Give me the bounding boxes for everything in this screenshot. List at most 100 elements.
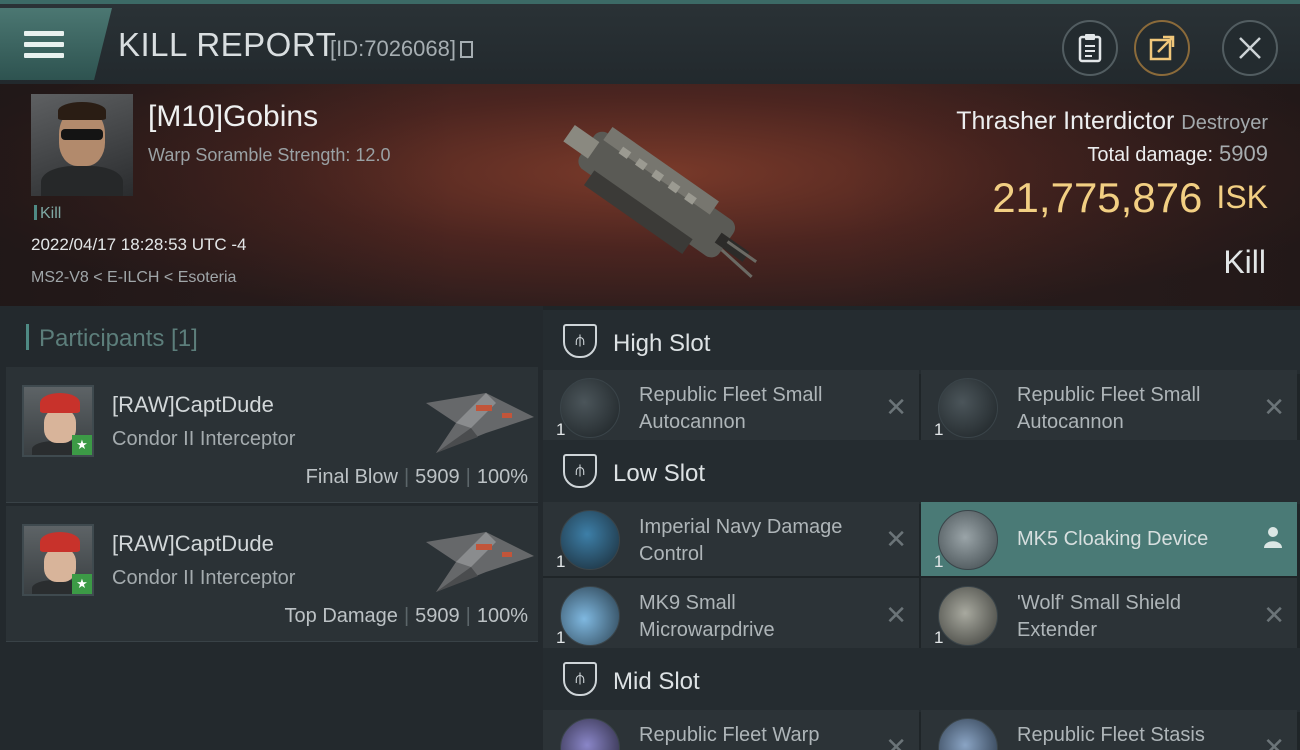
module-name: MK5 Cloaking Device [1017,528,1209,550]
isk-amount: 21,775,876 [992,174,1203,221]
module-name: MK9 Small Microwarpdrive [639,592,775,641]
low-slot-label: Low Slot [613,460,706,487]
participant-role: Top Damage [284,605,398,627]
module-name: Imperial Navy Damage Control [639,516,843,565]
module-name: Republic Fleet Stasis [1017,724,1205,746]
report-id[interactable]: [ID:7026068] [330,36,473,62]
page-title: KILL REPORT [118,26,337,63]
clipboard-button[interactable] [1062,20,1118,76]
mid-slot-header: ⫛ Mid Slot [543,648,1300,712]
participant-percent: 100% [476,466,528,488]
menu-button[interactable] [0,8,112,80]
module-quantity: 1 [934,420,944,439]
participant-avatar[interactable]: ★ [22,385,94,457]
participant-avatar[interactable]: ★ [22,524,94,596]
remove-icon[interactable]: ✕ [885,732,907,750]
stasis-web-icon [938,718,998,750]
person-icon[interactable] [1263,526,1283,548]
close-icon [1239,37,1261,59]
slot-icon: ⫛ [563,454,597,488]
participant-name[interactable]: [RAW]CaptDude [112,392,274,418]
kill-tag: Kill [34,205,61,223]
copy-icon[interactable] [459,41,473,58]
module-quantity: 1 [556,628,566,647]
module-quantity: 1 [556,420,566,439]
close-button[interactable] [1222,20,1278,76]
participant-ship-image [426,393,534,453]
fitting-panel: ⫛ High Slot 1 Republic Fleet Small Autoc… [543,306,1300,750]
module-item[interactable]: 1 Imperial Navy Damage Control ✕ [543,502,919,576]
microwarpdrive-icon [560,586,620,646]
total-damage-label: Total damage: [1087,144,1214,166]
cloaking-device-icon [938,510,998,570]
module-name: 'Wolf' Small Shield Extender [1017,592,1181,641]
victim-ship-name: Thrasher Interdictor [956,107,1175,135]
victim-ship-image [563,124,758,279]
participant-damage: 5909 [415,466,460,488]
low-slot-header: ⫛ Low Slot [543,440,1300,504]
participant-role: Final Blow [305,466,398,488]
header-bar: KILL REPORT [ID:7026068] [0,0,1300,84]
victim-banner: [M10]Gobins Warp Soramble Strength: 12.0… [0,84,1300,306]
total-damage-value: 5909 [1219,141,1268,166]
slot-icon: ⫛ [563,324,597,358]
module-item[interactable]: 1 Republic Fleet Warp ✕ [543,710,919,750]
report-id-text: [ID:7026068] [330,36,456,61]
module-name: Republic Fleet Warp [639,724,820,746]
remove-icon[interactable]: ✕ [885,600,907,631]
kill-datetime: 2022/04/17 18:28:53 UTC -4 [31,235,247,254]
clipboard-icon [1078,34,1102,63]
participants-panel: Participants [1] ★ [RAW]CaptDude Condor … [0,306,543,750]
damage-control-icon [560,510,620,570]
star-icon: ★ [72,574,92,594]
remove-icon[interactable]: ✕ [885,524,907,555]
slot-icon: ⫛ [563,662,597,696]
module-quantity: 1 [934,552,944,571]
victim-ship-class: Destroyer [1181,112,1268,134]
kill-report-window: KILL REPORT [ID:7026068] [M10]Gobins War… [0,0,1300,750]
participant-stats: Final Blow | 5909 | 100% [305,466,528,488]
isk-value: 21,775,876 ISK [992,174,1268,222]
participant-stats: Top Damage | 5909 | 100% [284,605,528,627]
share-button[interactable] [1134,20,1190,76]
participant-card[interactable]: ★ [RAW]CaptDude Condor II Interceptor Fi… [6,367,538,503]
module-item-selected[interactable]: 1 MK5 Cloaking Device [921,502,1297,576]
remove-icon[interactable]: ✕ [1263,600,1285,631]
high-slot-label: High Slot [613,330,711,357]
remove-icon[interactable]: ✕ [1263,392,1285,423]
module-item[interactable]: 1 Republic Fleet Stasis ✕ [921,710,1297,750]
victim-name[interactable]: [M10]Gobins [148,100,318,134]
total-damage: Total damage: 5909 [1087,141,1268,167]
mid-slot-label: Mid Slot [613,668,700,695]
module-item[interactable]: 1 Republic Fleet Small Autocannon ✕ [543,370,919,444]
participant-damage: 5909 [415,605,460,627]
outcome-label: Kill [1223,244,1266,280]
participants-title: Participants [1] [26,324,198,353]
isk-unit: ISK [1216,179,1268,215]
remove-icon[interactable]: ✕ [1263,732,1285,750]
autocannon-icon [938,378,998,438]
warp-module-icon [560,718,620,750]
participant-name[interactable]: [RAW]CaptDude [112,531,274,557]
participant-ship: Condor II Interceptor [112,567,296,589]
autocannon-icon [560,378,620,438]
participant-card[interactable]: ★ [RAW]CaptDude Condor II Interceptor To… [6,506,538,642]
shield-extender-icon [938,586,998,646]
kill-location[interactable]: MS2-V8 < E-ILCH < Esoteria [31,269,236,287]
module-item[interactable]: 1 'Wolf' Small Shield Extender ✕ [921,578,1297,652]
share-icon [1149,35,1175,61]
participant-ship-image [426,532,534,592]
participant-percent: 100% [476,605,528,627]
remove-icon[interactable]: ✕ [885,392,907,423]
menu-icon [24,25,64,64]
victim-ship[interactable]: Thrasher Interdictor Destroyer [956,107,1268,136]
module-quantity: 1 [556,552,566,571]
module-name: Republic Fleet Small Autocannon [639,384,823,433]
victim-avatar[interactable] [31,94,133,196]
module-item[interactable]: 1 Republic Fleet Small Autocannon ✕ [921,370,1297,444]
module-item[interactable]: 1 MK9 Small Microwarpdrive ✕ [543,578,919,652]
participant-ship: Condor II Interceptor [112,428,296,450]
high-slot-header: ⫛ High Slot [543,310,1300,374]
module-quantity: 1 [934,628,944,647]
scramble-strength: Warp Soramble Strength: 12.0 [148,145,391,165]
